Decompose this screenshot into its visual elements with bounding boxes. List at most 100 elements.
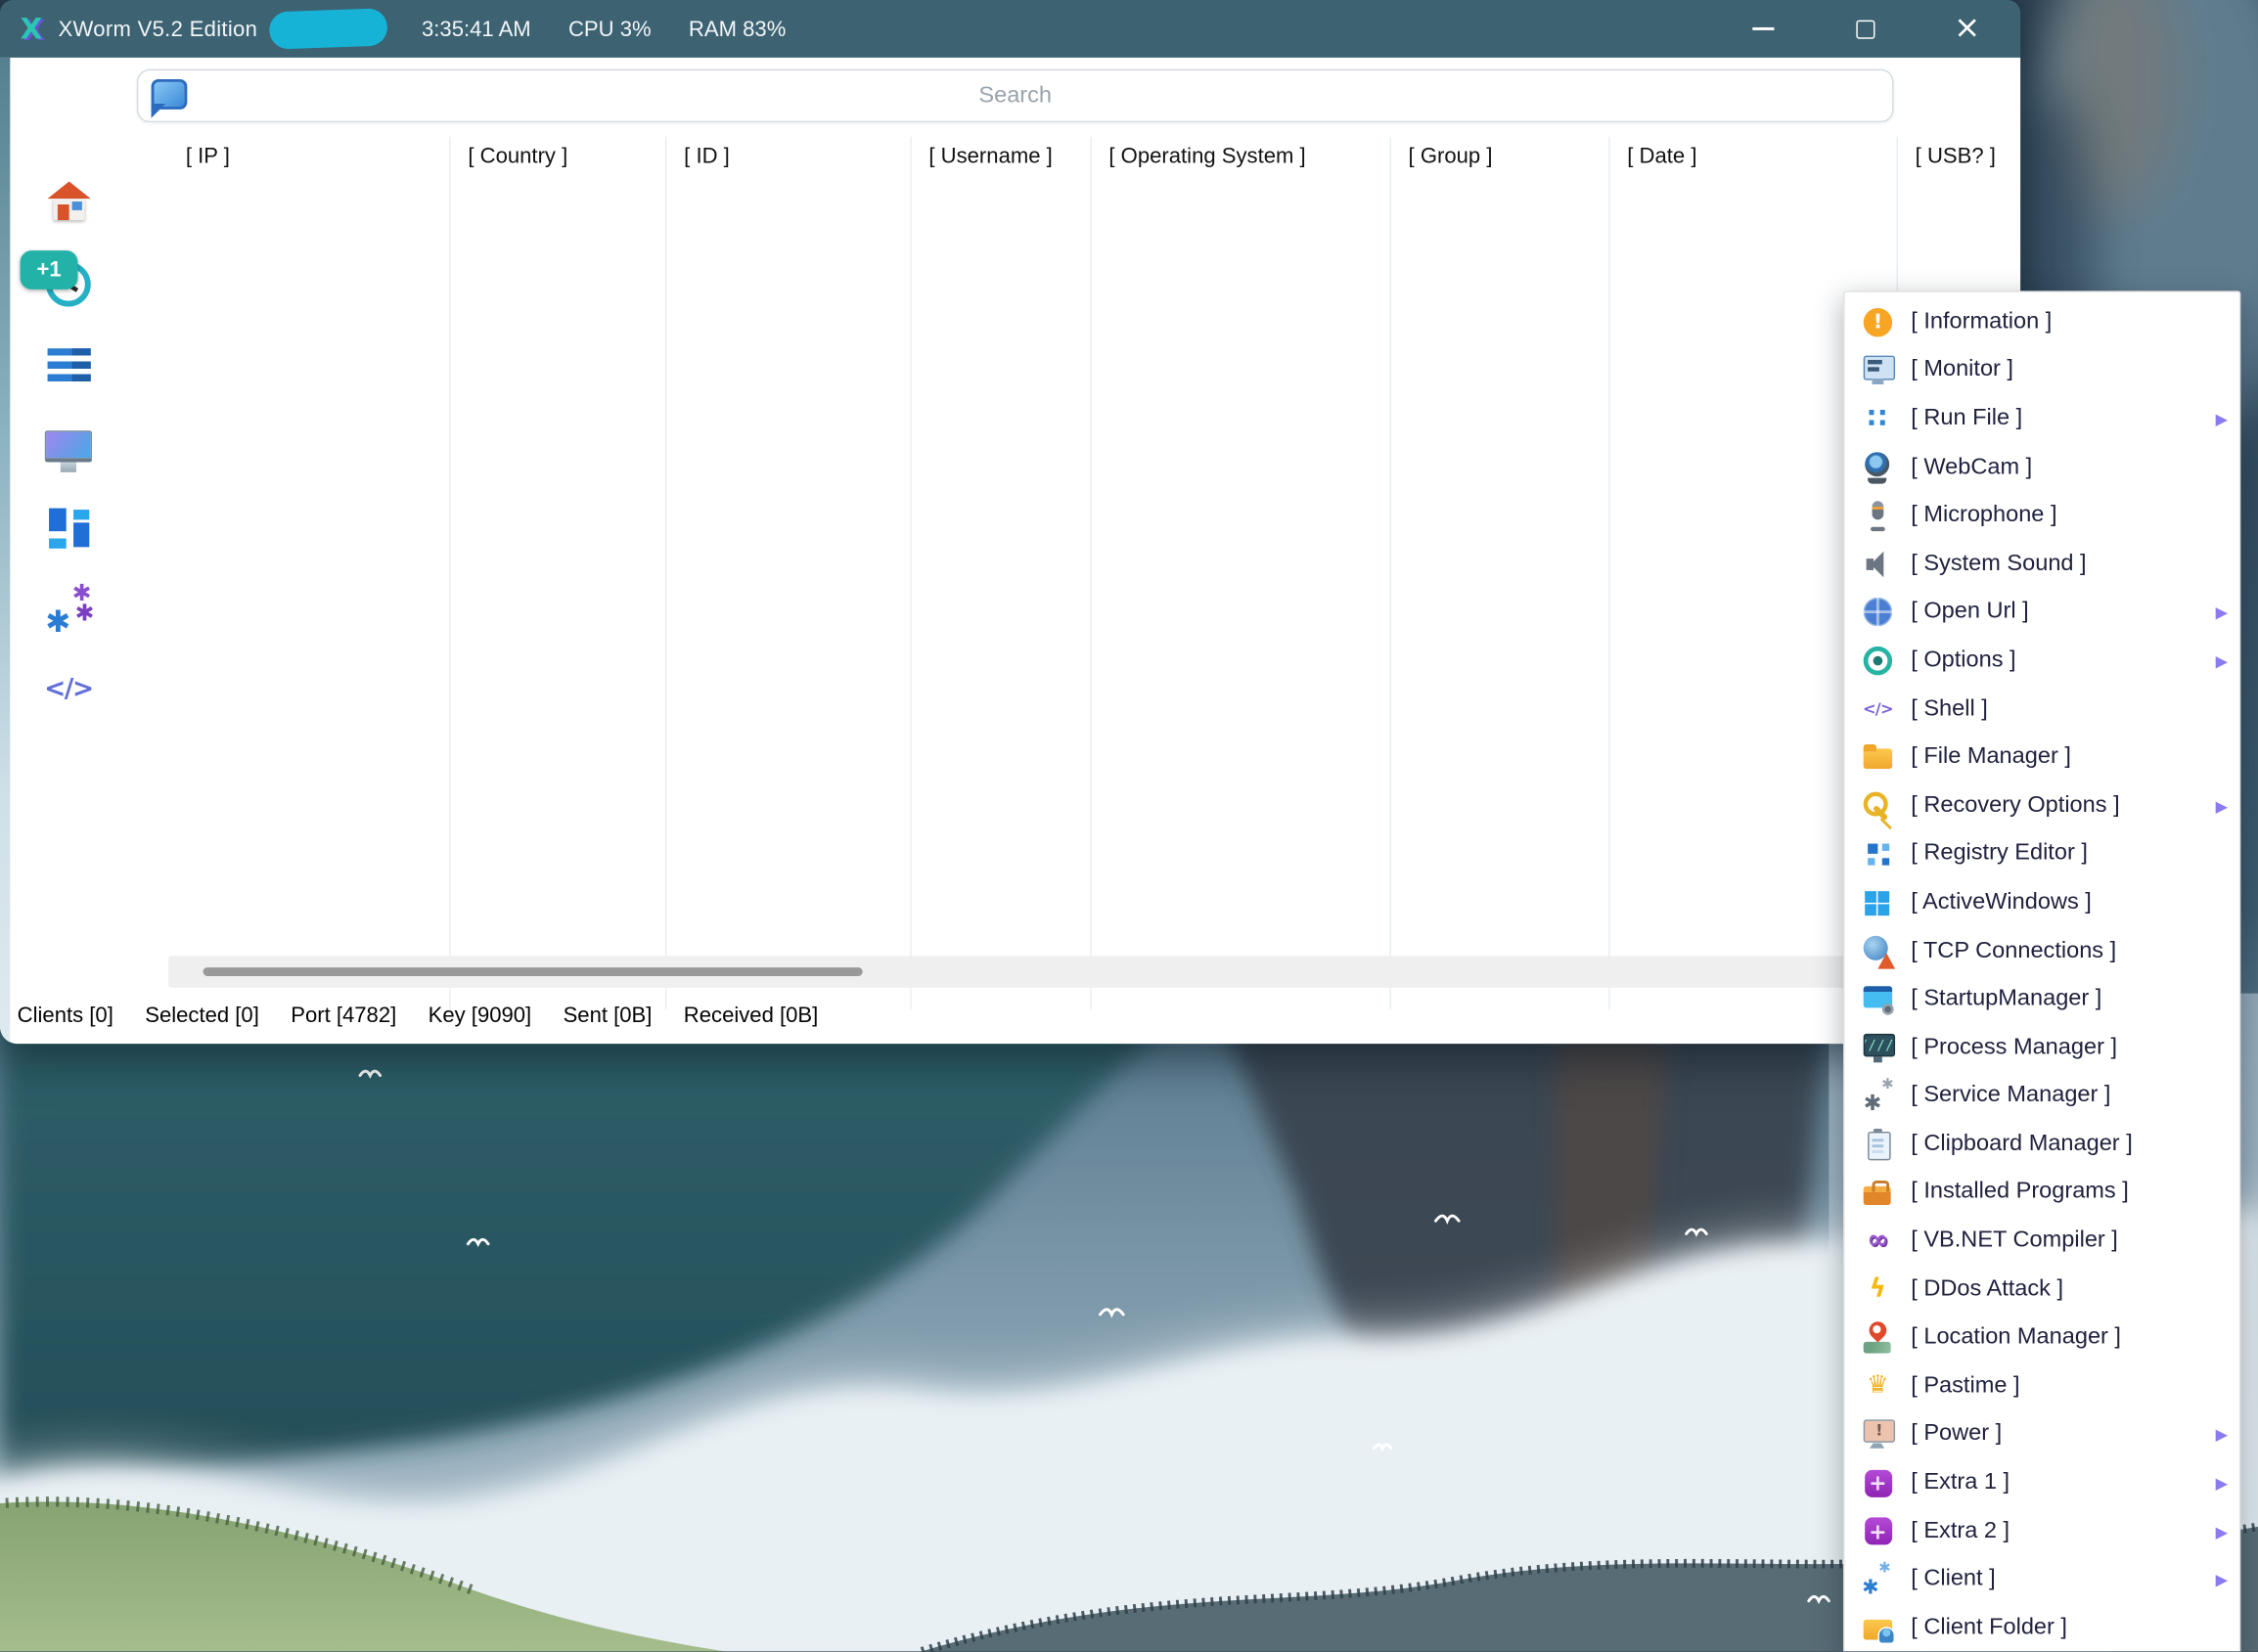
menu-item-extra-1[interactable]: [ Extra 1 ] xyxy=(1845,1458,2239,1506)
microphone-icon xyxy=(1862,500,1893,531)
horizontal-scrollbar[interactable] xyxy=(168,956,1850,987)
client-folder-icon xyxy=(1862,1612,1893,1643)
status-item: Port [4782] xyxy=(291,1003,396,1027)
menu-item-shell[interactable]: [ Shell ] xyxy=(1845,685,2239,733)
menu-item-startupmanager[interactable]: [ StartupManager ] xyxy=(1845,975,2239,1023)
menu-item-ddos-attack[interactable]: [ DDos Attack ] xyxy=(1845,1266,2239,1314)
menu-item-label: [ Options ] xyxy=(1911,647,2015,673)
status-item: Sent [0B] xyxy=(564,1003,653,1027)
clipboard-manager-icon xyxy=(1862,1129,1893,1160)
menu-item-label: [ Run File ] xyxy=(1911,406,2022,431)
menu-item-options[interactable]: [ Options ] xyxy=(1845,637,2239,685)
menu-item-location-manager[interactable]: [ Location Manager ] xyxy=(1845,1314,2239,1362)
column-header[interactable]: [ Username ] xyxy=(912,137,1092,1009)
menu-item-information[interactable]: [ Information ] xyxy=(1845,298,2239,346)
menu-item-microphone[interactable]: [ Microphone ] xyxy=(1845,491,2239,539)
maximize-button[interactable] xyxy=(1846,0,1883,58)
menu-item-client-folder[interactable]: [ Client Folder ] xyxy=(1845,1604,2239,1652)
menu-item-label: [ DDos Attack ] xyxy=(1911,1276,2063,1302)
column-header[interactable]: [ ID ] xyxy=(667,137,912,1009)
home-icon xyxy=(47,183,90,220)
process-manager-icon xyxy=(1862,1032,1893,1063)
menu-item-process-manager[interactable]: [ Process Manager ] xyxy=(1845,1023,2239,1071)
column-header[interactable]: [ Country ] xyxy=(451,137,667,1009)
menu-item-label: [ Installed Programs ] xyxy=(1911,1180,2129,1205)
sidebar-item-monitor[interactable] xyxy=(0,421,137,472)
menu-item-service-manager[interactable]: [ Service Manager ] xyxy=(1845,1072,2239,1120)
run-file-icon xyxy=(1862,403,1893,434)
open-url-icon xyxy=(1862,597,1893,628)
app-logo-x-icon: X xyxy=(21,12,43,46)
service-manager-icon xyxy=(1862,1080,1893,1111)
vbnet-compiler-icon xyxy=(1862,1226,1893,1257)
monitor-icon xyxy=(45,430,93,462)
menu-item-label: [ Recovery Options ] xyxy=(1911,793,2119,819)
installed-programs-icon xyxy=(1862,1177,1893,1208)
title-bar[interactable]: X XWorm V5.2 Edition 3:35:41 AM CPU 3% R… xyxy=(0,0,2020,58)
menu-item-run-file[interactable]: [ Run File ] xyxy=(1845,395,2239,443)
monitor-icon xyxy=(1862,355,1893,386)
menu-item-label: [ File Manager ] xyxy=(1911,744,2071,770)
menu-item-tcp-connections[interactable]: [ TCP Connections ] xyxy=(1845,927,2239,975)
sidebar-item-code[interactable] xyxy=(0,664,137,716)
submenu-arrow-icon xyxy=(2216,647,2228,673)
menu-item-webcam[interactable]: [ WebCam ] xyxy=(1845,443,2239,491)
menu-item-extra-2[interactable]: [ Extra 2 ] xyxy=(1845,1507,2239,1555)
plugins-gears-icon xyxy=(45,588,91,631)
menu-item-vb-net-compiler[interactable]: [ VB.NET Compiler ] xyxy=(1845,1217,2239,1265)
menu-item-system-sound[interactable]: [ System Sound ] xyxy=(1845,540,2239,588)
column-header[interactable]: [ Operating System ] xyxy=(1092,137,1391,1009)
submenu-arrow-icon xyxy=(2216,1470,2228,1496)
column-header[interactable]: [ Group ] xyxy=(1391,137,1610,1009)
ddos-attack-icon xyxy=(1862,1273,1893,1305)
sidebar-item-home[interactable] xyxy=(0,176,137,228)
options-gear-icon xyxy=(1862,645,1893,676)
search-input[interactable] xyxy=(138,70,1892,121)
menu-item-label: [ Power ] xyxy=(1911,1421,2002,1447)
close-button[interactable] xyxy=(1949,0,1986,58)
menu-item-label: [ TCP Connections ] xyxy=(1911,938,2116,963)
menu-item-installed-programs[interactable]: [ Installed Programs ] xyxy=(1845,1169,2239,1217)
ram-usage: RAM 83% xyxy=(689,17,786,41)
menu-item-label: [ Pastime ] xyxy=(1911,1373,2019,1399)
menu-item-activewindows[interactable]: [ ActiveWindows ] xyxy=(1845,878,2239,926)
information-icon xyxy=(1864,308,1892,336)
menu-item-label: [ Process Manager ] xyxy=(1911,1035,2117,1060)
clock-text: 3:35:41 AM xyxy=(422,17,531,41)
screen: X XWorm V5.2 Edition 3:35:41 AM CPU 3% R… xyxy=(0,0,2258,1651)
menu-item-label: [ Microphone ] xyxy=(1911,503,2056,528)
apps-tiles-icon xyxy=(48,509,88,549)
status-item: Selected [0] xyxy=(145,1003,259,1027)
submenu-arrow-icon xyxy=(2216,1421,2228,1447)
menu-item-client[interactable]: [ Client ] xyxy=(1845,1555,2239,1603)
menu-item-clipboard-manager[interactable]: [ Clipboard Manager ] xyxy=(1845,1120,2239,1168)
menu-item-file-manager[interactable]: [ File Manager ] xyxy=(1845,734,2239,781)
menu-item-registry-editor[interactable]: [ Registry Editor ] xyxy=(1845,830,2239,878)
menu-item-recovery-options[interactable]: [ Recovery Options ] xyxy=(1845,781,2239,829)
minimize-button[interactable] xyxy=(1744,0,1782,58)
menu-item-power[interactable]: [ Power ] xyxy=(1845,1410,2239,1458)
submenu-arrow-icon xyxy=(2216,1567,2228,1592)
sidebar xyxy=(0,58,137,1044)
minimize-icon xyxy=(1752,27,1774,30)
sidebar-item-apps-tiles[interactable] xyxy=(0,503,137,555)
menu-item-label: [ Clipboard Manager ] xyxy=(1911,1132,2132,1157)
column-header[interactable]: [ IP ] xyxy=(137,137,451,1009)
recovery-key-icon xyxy=(1862,790,1893,822)
tcp-connections-icon xyxy=(1862,935,1893,966)
sidebar-item-logs-list[interactable] xyxy=(0,338,137,390)
menu-item-label: [ Extra 1 ] xyxy=(1911,1470,2010,1496)
logs-list-icon xyxy=(47,347,90,380)
window-controls xyxy=(1744,0,2021,58)
submenu-arrow-icon xyxy=(2216,600,2228,625)
sidebar-item-plugins-gears[interactable] xyxy=(0,583,137,635)
menu-item-open-url[interactable]: [ Open Url ] xyxy=(1845,588,2239,636)
menu-item-label: [ System Sound ] xyxy=(1911,551,2086,576)
xworm-window: X XWorm V5.2 Edition 3:35:41 AM CPU 3% R… xyxy=(0,0,2020,1044)
cpu-usage: CPU 3% xyxy=(568,17,652,41)
scrollbar-thumb[interactable] xyxy=(203,967,863,976)
menu-item-monitor[interactable]: [ Monitor ] xyxy=(1845,346,2239,394)
system-sound-icon xyxy=(1862,548,1893,579)
redacted-label xyxy=(268,8,387,49)
menu-item-pastime[interactable]: [ Pastime ] xyxy=(1845,1362,2239,1410)
